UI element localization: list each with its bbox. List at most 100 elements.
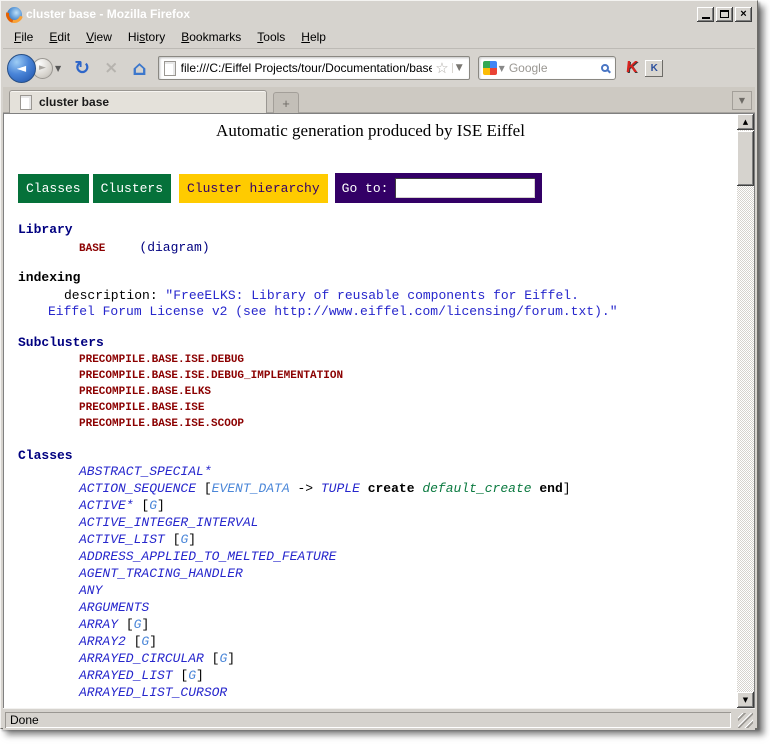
subcluster-link[interactable]: PRECOMPILE.BASE.ISE.DEBUG — [79, 353, 343, 369]
class-link[interactable]: ANY — [79, 583, 102, 598]
generic-param-link[interactable]: G — [188, 668, 196, 683]
firefox-icon — [7, 7, 22, 22]
classes-heading: Classes — [18, 448, 73, 463]
description-value: "FreeELKS: Library of reusable component… — [165, 288, 578, 303]
list-all-tabs-button[interactable]: ▼ — [732, 91, 752, 110]
menu-item-help[interactable]: Help — [294, 27, 333, 47]
token: -> — [290, 481, 321, 496]
screenshot-stage: cluster base - Mozilla Firefox × FileEdi… — [0, 0, 770, 746]
close-icon: × — [740, 8, 746, 20]
token: ] — [196, 668, 204, 683]
search-box[interactable]: ▼ Google — [478, 56, 616, 80]
chevron-down-icon: ▼ — [456, 63, 463, 73]
library-name-link[interactable]: BASE — [79, 243, 105, 255]
class-link[interactable]: ACTIVE_INTEGER_INTERVAL — [79, 515, 258, 530]
search-input[interactable]: Google — [509, 61, 601, 75]
library-entry: BASE (diagram) — [79, 240, 210, 255]
goto-box: Go to: — [335, 173, 543, 203]
chevron-down-icon: ▼ — [739, 96, 745, 105]
token: end — [539, 481, 562, 496]
doc-toolbar: Classes Clusters Cluster hierarchy Go to… — [18, 173, 542, 203]
forward-icon: ► — [39, 63, 46, 73]
reload-button[interactable]: ↻ — [74, 57, 90, 79]
chevron-down-icon: ▼ — [55, 64, 61, 73]
bookmark-star-icon[interactable]: ☆ — [435, 59, 448, 77]
class-link[interactable]: ARRAYED_LIST_CURSOR — [79, 685, 227, 700]
class-entry: ACTIVE_INTEGER_INTERVAL — [79, 515, 571, 532]
token: ] — [188, 532, 196, 547]
stop-button[interactable]: × — [104, 58, 118, 78]
cluster-hierarchy-button[interactable]: Cluster hierarchy — [179, 174, 328, 203]
clusters-button[interactable]: Clusters — [93, 174, 171, 203]
scroll-down-button[interactable]: ▼ — [737, 692, 754, 708]
minimize-icon — [702, 17, 710, 19]
class-link[interactable]: ACTIVE_LIST — [79, 532, 165, 547]
subcluster-link[interactable]: PRECOMPILE.BASE.ISE.DEBUG_IMPLEMENTATION — [79, 369, 343, 385]
window-title: cluster base - Mozilla Firefox — [26, 7, 697, 21]
minimize-button[interactable] — [697, 7, 714, 22]
token: ] — [227, 651, 235, 666]
addon-k-button[interactable]: K — [645, 60, 663, 77]
menu-item-edit[interactable]: Edit — [42, 27, 77, 47]
vertical-scrollbar[interactable]: ▲ ▼ — [737, 114, 754, 708]
class-entry: ACTION_SEQUENCE [EVENT_DATA -> TUPLE cre… — [79, 481, 571, 498]
class-link[interactable]: ARRAYED_CIRCULAR — [79, 651, 204, 666]
close-button[interactable]: × — [735, 7, 752, 22]
search-engine-dropdown[interactable]: ▼ — [499, 64, 505, 73]
class-link[interactable]: ARRAY — [79, 617, 118, 632]
title-bar[interactable]: cluster base - Mozilla Firefox × — [3, 3, 755, 25]
maximize-icon — [720, 10, 729, 18]
class-link[interactable]: ARRAYED_LIST — [79, 668, 173, 683]
token: ] — [563, 481, 571, 496]
kaspersky-icon[interactable]: K — [625, 59, 638, 77]
menu-item-history[interactable]: History — [121, 27, 172, 47]
tab-bar: cluster base + ▼ — [3, 87, 755, 113]
tab-favicon — [20, 95, 32, 110]
token: [ — [196, 481, 212, 496]
subclusters-list: PRECOMPILE.BASE.ISE.DEBUGPRECOMPILE.BASE… — [79, 353, 343, 433]
class-link[interactable]: ARRAY2 — [79, 634, 126, 649]
maximize-button[interactable] — [716, 7, 733, 22]
generic-param-link[interactable]: G — [149, 498, 157, 513]
back-button[interactable]: ◄ — [7, 54, 36, 83]
class-link[interactable]: ABSTRACT_SPECIAL* — [79, 464, 212, 479]
token: ] — [149, 634, 157, 649]
tab-cluster-base[interactable]: cluster base — [9, 90, 267, 113]
generic-param-link[interactable]: EVENT_DATA — [212, 481, 290, 496]
search-icon[interactable] — [601, 64, 609, 72]
url-bar[interactable]: file:///C:/Eiffel Projects/tour/Document… — [158, 56, 470, 80]
class-entry: ADDRESS_APPLIED_TO_MELTED_FEATURE — [79, 549, 571, 566]
url-dropdown-button[interactable]: ▼ — [452, 63, 466, 73]
subcluster-link[interactable]: PRECOMPILE.BASE.ISE.SCOOP — [79, 417, 343, 433]
token: create — [368, 481, 415, 496]
menu-item-file[interactable]: File — [7, 27, 40, 47]
resize-grip[interactable] — [738, 713, 753, 728]
subcluster-link[interactable]: PRECOMPILE.BASE.ELKS — [79, 385, 343, 401]
class-link[interactable]: ARGUMENTS — [79, 600, 149, 615]
menu-bar: FileEditViewHistoryBookmarksToolsHelp — [3, 25, 755, 49]
class-link[interactable]: TUPLE — [321, 481, 360, 496]
class-link[interactable]: AGENT_TRACING_HANDLER — [79, 566, 243, 581]
history-dropdown-button[interactable]: ▼ — [55, 64, 61, 73]
classes-button[interactable]: Classes — [18, 174, 89, 203]
home-button[interactable]: ⌂ — [132, 56, 146, 80]
content-area: Automatic generation produced by ISE Eif… — [3, 113, 755, 708]
diagram-link[interactable]: (diagram) — [139, 240, 209, 255]
class-link[interactable]: ACTION_SEQUENCE — [79, 481, 196, 496]
menu-item-view[interactable]: View — [79, 27, 119, 47]
scroll-up-button[interactable]: ▲ — [737, 114, 754, 130]
scrollbar-thumb[interactable] — [737, 131, 754, 186]
class-link[interactable]: ACTIVE* — [79, 498, 134, 513]
menu-item-tools[interactable]: Tools — [250, 27, 292, 47]
indexing-license-line: Eiffel Forum License v2 (see http://www.… — [48, 304, 618, 319]
url-text[interactable]: file:///C:/Eiffel Projects/tour/Document… — [181, 61, 433, 75]
menu-item-bookmarks[interactable]: Bookmarks — [174, 27, 248, 47]
class-link[interactable]: ADDRESS_APPLIED_TO_MELTED_FEATURE — [79, 549, 336, 564]
google-logo-icon — [483, 61, 497, 75]
token: [ — [134, 498, 150, 513]
token: default_create — [422, 481, 531, 496]
class-entry: ABSTRACT_SPECIAL* — [79, 464, 571, 481]
subcluster-link[interactable]: PRECOMPILE.BASE.ISE — [79, 401, 343, 417]
new-tab-button[interactable]: + — [273, 92, 299, 113]
goto-input[interactable] — [395, 178, 535, 198]
